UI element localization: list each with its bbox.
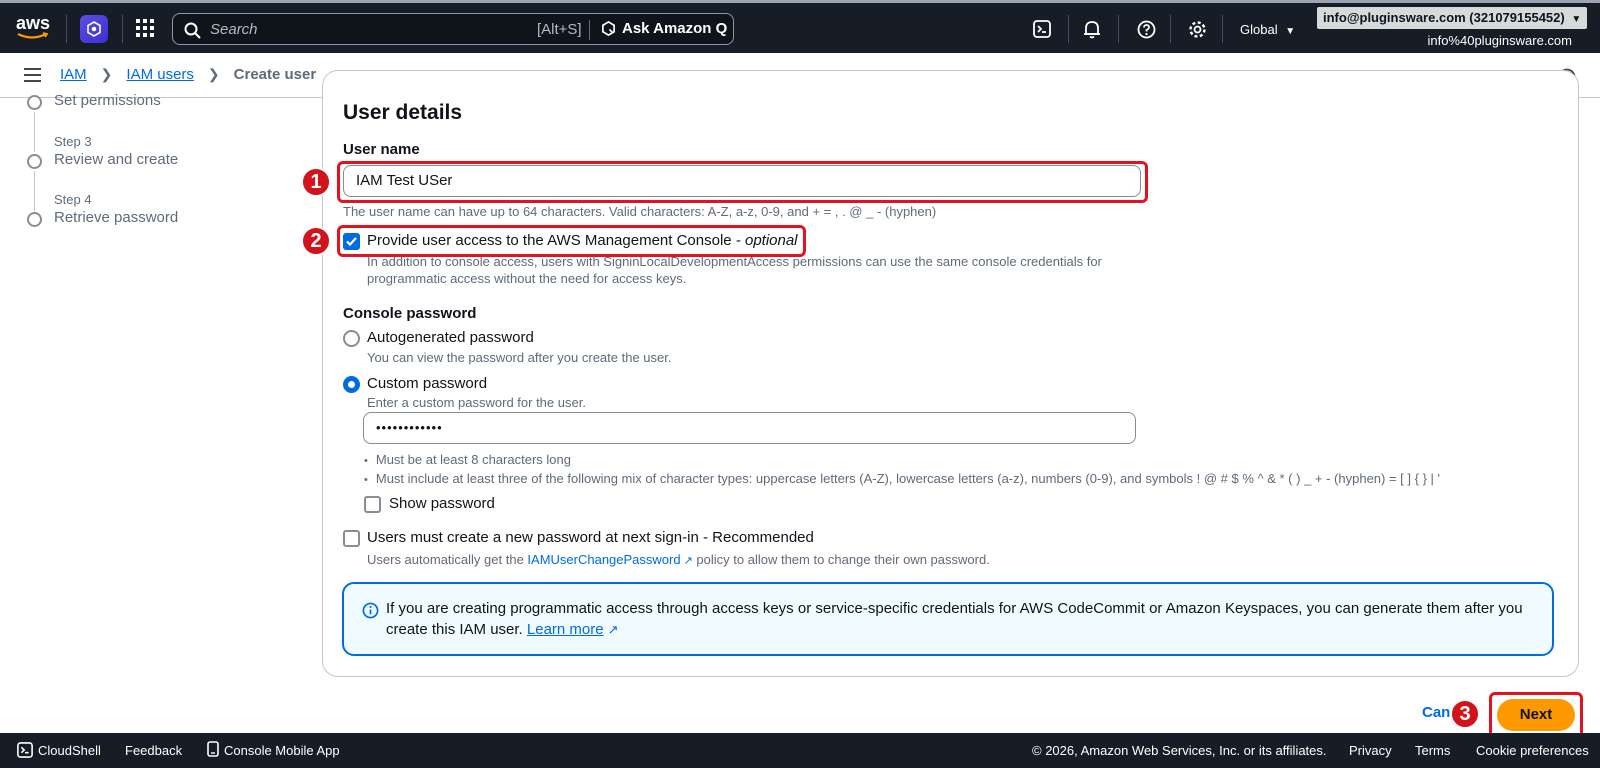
annotation-highlight-1 [337,161,1148,203]
service-shortcut-icon[interactable] [80,15,108,43]
alert-text: If you are creating programmatic access … [386,600,1523,638]
mobile-phone-icon [207,741,219,757]
annotation-badge-3: 3 [1450,699,1480,729]
step-review-and-create[interactable]: Review and create [54,151,178,168]
notifications-icon[interactable] [1080,17,1104,41]
footer-privacy-link[interactable]: Privacy [1349,743,1392,758]
annotation-badge-1: 1 [301,167,331,197]
learn-more-link[interactable]: Learn more [527,621,604,638]
top-navigation: aws Search [Alt+S] Ask Amazon Q Global ▼ [0,0,1600,53]
username-hint: The user name can have up to 64 characte… [343,204,937,219]
region-selector[interactable]: Global ▼ [1240,22,1295,37]
step-circle [27,95,42,110]
help-icon[interactable] [1134,17,1158,41]
breadcrumb-iam-users[interactable]: IAM users [126,66,194,83]
step-retrieve-password[interactable]: Retrieve password [54,209,178,226]
custom-password-label: Custom password [367,375,488,392]
iam-user-change-password-link[interactable]: IAMUserChangePassword [527,552,680,567]
chevron-right-icon: ❯ [207,66,220,82]
annotation-highlight-3 [1489,692,1583,738]
step-set-permissions[interactable]: Set permissions [54,92,161,109]
show-password-checkbox[interactable] [364,496,381,513]
username-label: User name [343,141,420,158]
password-rules: Must be at least 8 characters long Must … [364,451,1440,489]
external-link-icon: ↗ [683,555,693,567]
footer-cookie-preferences-link[interactable]: Cookie preferences [1476,743,1589,758]
footer-cloudshell-link[interactable]: CloudShell [38,743,101,758]
breadcrumb-current: Create user [233,66,317,83]
autogenerated-password-radio[interactable] [343,330,360,347]
ask-amazon-q-button[interactable]: Ask Amazon Q [601,20,727,37]
search-icon [184,22,201,39]
chevron-right-icon: ❯ [100,66,113,82]
amazon-q-icon [602,21,615,36]
reset-password-checkbox[interactable] [343,530,360,547]
info-alert: If you are creating programmatic access … [342,582,1554,656]
nav-divider [66,15,67,43]
password-label: Console password [343,305,477,322]
settings-icon[interactable] [1185,17,1209,41]
show-password-label: Show password [389,495,495,512]
info-icon [362,602,379,619]
caret-down-icon: ▼ [1571,14,1582,25]
footer-feedback-link[interactable]: Feedback [125,743,182,758]
footer-mobile-app-link[interactable]: Console Mobile App [224,743,340,758]
custom-password-desc: Enter a custom password for the user. [367,395,586,410]
apps-grid-icon[interactable] [136,19,154,37]
caret-down-icon: ▼ [1285,26,1296,37]
custom-password-radio[interactable] [343,376,360,393]
nav-divider [122,15,123,43]
step-number: Step 4 [54,192,92,207]
autogenerated-password-label: Autogenerated password [367,329,534,346]
reset-password-desc: Users automatically get the IAMUserChang… [367,552,990,567]
footer: CloudShell Feedback Console Mobile App ©… [0,733,1600,768]
step-circle [27,154,42,169]
search-placeholder: Search [210,21,258,38]
panel-title: User details [343,101,463,124]
autogenerated-password-desc: You can view the password after you crea… [367,350,672,365]
external-link-icon: ↗ [607,622,619,637]
breadcrumb-iam[interactable]: IAM [60,66,87,83]
cloudshell-icon [17,742,33,758]
search-shortcut: [Alt+S] [537,21,582,38]
console-access-desc: In addition to console access, users wit… [367,254,1102,286]
account-menu[interactable]: info@pluginsware.com (321079155452) ▼ [1317,7,1588,29]
footer-terms-link[interactable]: Terms [1415,743,1450,758]
menu-icon[interactable] [24,68,41,82]
annotation-badge-2: 2 [301,226,331,256]
account-alias[interactable]: info%40pluginsware.com [1427,33,1572,48]
reset-password-label: Users must create a new password at next… [367,529,814,546]
step-circle [27,212,42,227]
footer-copyright: © 2026, Amazon Web Services, Inc. or its… [1032,743,1327,758]
step-number: Step 3 [54,134,92,149]
breadcrumb: IAM ❯ IAM users ❯ Create user [60,66,316,83]
aws-logo[interactable]: aws [16,14,54,44]
search-input[interactable]: Search [Alt+S] Ask Amazon Q [172,13,734,45]
cloudshell-icon[interactable] [1030,17,1054,41]
custom-password-input[interactable]: •••••••••••• [363,412,1136,444]
